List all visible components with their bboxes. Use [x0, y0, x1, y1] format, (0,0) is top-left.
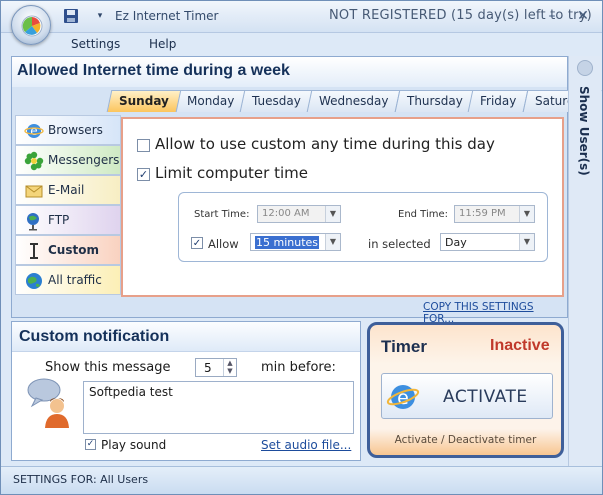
notification-title: Custom notification: [19, 328, 170, 345]
custom-tool-icon: [30, 243, 38, 259]
period-select[interactable]: Day ▼: [440, 233, 535, 251]
play-sound-checkbox[interactable]: ✓: [85, 439, 96, 450]
category-messengers[interactable]: Messengers: [15, 145, 121, 175]
weekly-panel-title: Allowed Internet time during a week: [17, 62, 290, 79]
custom-notification-panel: Custom notification Show this message 5 …: [11, 321, 361, 461]
globe-icon: [26, 273, 42, 289]
limit-time-label: Limit computer time: [155, 164, 308, 182]
email-envelope-icon: [25, 185, 43, 198]
show-message-label: Show this message: [45, 360, 171, 375]
category-all-traffic[interactable]: All traffic: [15, 265, 121, 295]
category-list: e Browsers Messengers E-Mail FTP Custom: [15, 115, 121, 295]
set-audio-link[interactable]: Set audio file...: [261, 438, 351, 452]
tab-friday[interactable]: Friday: [468, 90, 530, 112]
start-time-select[interactable]: 12:00 AM ▼: [257, 205, 341, 223]
quick-access-dropdown-icon[interactable]: ▾: [94, 7, 106, 25]
weekly-panel-header: Allowed Internet time during a week: [12, 57, 567, 87]
window-title: Ez Internet Timer: [115, 9, 219, 23]
timer-panel: Timer Inactive e ACTIVATE Activate / Dea…: [367, 322, 564, 458]
ftp-globe-icon: [27, 213, 39, 231]
ie-logo-icon: e: [386, 385, 420, 409]
allow-duration-select[interactable]: 15 minutes ▼: [250, 233, 341, 251]
allow-checkbox[interactable]: ✓: [191, 237, 203, 249]
timer-status: Inactive: [490, 337, 550, 354]
svg-text:e: e: [30, 124, 37, 138]
save-icon[interactable]: [61, 7, 81, 25]
app-logo-icon: [21, 15, 43, 37]
limit-time-checkbox[interactable]: ✓: [137, 168, 150, 181]
allow-label: Allow: [208, 237, 239, 251]
pin-icon[interactable]: [577, 60, 593, 76]
menu-help[interactable]: Help: [149, 37, 176, 51]
message-user-icon: [27, 378, 69, 428]
start-time-label: Start Time:: [194, 209, 250, 220]
end-time-label: End Time:: [398, 209, 449, 220]
minutes-stepper[interactable]: 5 ▲ ▼: [195, 358, 237, 377]
chevron-down-icon: ▼: [519, 206, 534, 222]
status-bar: SETTINGS FOR: All Users: [1, 466, 602, 494]
category-custom[interactable]: Custom: [15, 235, 121, 265]
category-ftp[interactable]: FTP: [15, 205, 121, 235]
allow-custom-label: Allow to use custom any time during this…: [155, 135, 495, 153]
messenger-flower-icon: [24, 151, 44, 171]
weekly-time-panel: Allowed Internet time during a week Sund…: [11, 56, 602, 325]
play-sound-label: Play sound: [101, 438, 167, 452]
category-email[interactable]: E-Mail: [15, 175, 121, 205]
tab-sunday[interactable]: Sunday: [106, 90, 182, 112]
category-label: All traffic: [48, 273, 102, 287]
tab-thursday[interactable]: Thursday: [394, 90, 475, 112]
tab-monday[interactable]: Monday: [174, 90, 247, 112]
menu-settings[interactable]: Settings: [71, 37, 120, 51]
chevron-down-icon: ▼: [325, 234, 340, 250]
show-users-label: Show User(s): [577, 86, 591, 176]
tab-wednesday[interactable]: Wednesday: [306, 90, 401, 112]
title-bar: ▾ Ez Internet Timer NOT REGISTERED (15 d…: [1, 1, 602, 33]
category-browsers[interactable]: e Browsers: [15, 115, 121, 145]
stepper-arrows-icon[interactable]: ▲ ▼: [223, 359, 236, 376]
app-menu-button[interactable]: [11, 5, 51, 45]
message-textarea[interactable]: Softpedia test: [83, 381, 354, 434]
timer-footer: Activate / Deactivate timer: [394, 434, 537, 446]
activate-button[interactable]: e ACTIVATE: [381, 373, 553, 419]
category-label: Browsers: [48, 123, 103, 137]
category-label: E-Mail: [48, 183, 85, 197]
chevron-down-icon: ▼: [325, 206, 340, 222]
category-label: Custom: [48, 243, 99, 257]
in-selected-label: in selected: [368, 237, 431, 251]
category-label: FTP: [48, 213, 70, 227]
time-limit-group: Start Time: 12:00 AM ▼ End Time: 11:59 PM…: [178, 192, 548, 262]
status-text: SETTINGS FOR: All Users: [13, 473, 149, 486]
custom-settings-panel: Allow to use custom any time during this…: [121, 117, 564, 297]
min-before-label: min before:: [261, 360, 336, 375]
allow-custom-checkbox[interactable]: [137, 139, 150, 152]
notification-header: Custom notification: [12, 322, 360, 352]
tab-tuesday[interactable]: Tuesday: [239, 90, 314, 112]
menu-bar: Settings Help: [1, 33, 602, 55]
category-label: Messengers: [48, 153, 120, 167]
app-window: ▾ Ez Internet Timer NOT REGISTERED (15 d…: [0, 0, 603, 495]
close-button[interactable]: ✕: [573, 7, 593, 25]
chevron-down-icon: ▼: [519, 234, 534, 250]
timer-title: Timer: [381, 337, 427, 356]
show-users-panel[interactable]: Show User(s): [568, 56, 601, 466]
day-tabs: Sunday Monday Tuesday Wednesday Thursday…: [106, 90, 602, 112]
end-time-select[interactable]: 11:59 PM ▼: [454, 205, 535, 223]
minimize-button[interactable]: –: [542, 7, 562, 25]
ie-browser-icon: e: [24, 124, 44, 138]
